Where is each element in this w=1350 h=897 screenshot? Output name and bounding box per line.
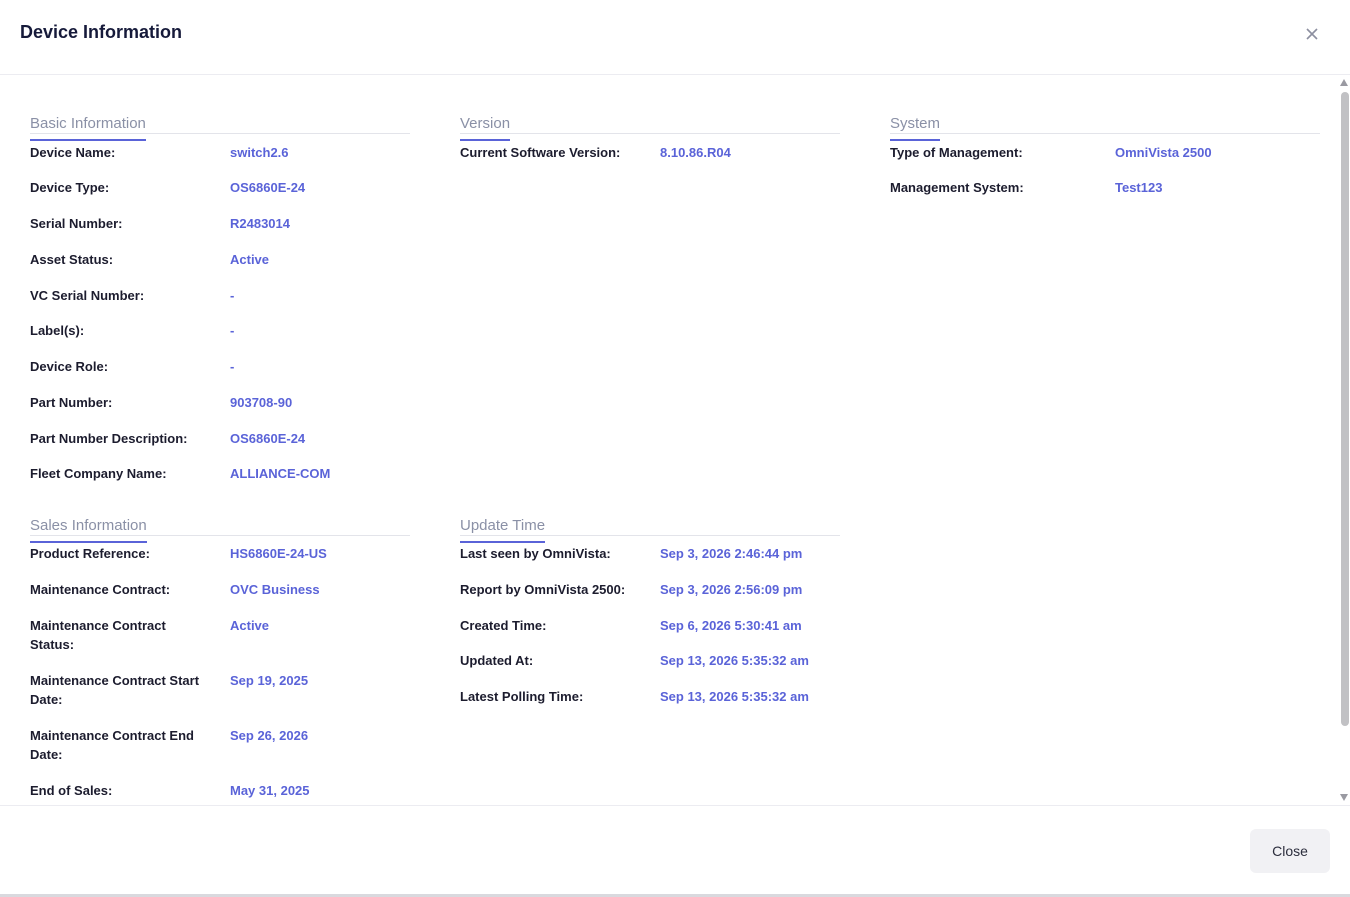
field-value: May 31, 2025	[230, 783, 310, 798]
update-time-section: Update Time Last seen by OmniVista: Sep 3…	[460, 502, 840, 704]
field-label: Management System:	[890, 180, 1024, 195]
field-label: Serial Number:	[30, 216, 123, 231]
field-label: End of Sales:	[30, 783, 113, 798]
field-label: Maintenance Contract Status:	[30, 618, 166, 652]
section-title: Update Time	[460, 517, 546, 543]
section-title: Version	[460, 115, 511, 141]
scroll-down-arrow-icon[interactable]	[1340, 794, 1348, 801]
field-label: Maintenance Contract:	[30, 582, 171, 597]
field-value: -	[230, 323, 235, 338]
field-value: R2483014	[230, 216, 290, 231]
field-label: Maintenance Contract End Date:	[30, 728, 194, 762]
field-value: switch2.6	[230, 145, 289, 160]
version-section: Version Current Software Version: 8.10.86…	[460, 100, 840, 160]
field-label: Current Software Version:	[460, 145, 621, 160]
system-section: System Type of Management: OmniVista 2500…	[890, 100, 1320, 195]
field-value: ALLIANCE-COM	[230, 466, 331, 481]
field-value: Active	[230, 618, 270, 633]
field-value: HS6860E-24-US	[230, 546, 327, 561]
field-label: Maintenance Contract Start Date:	[30, 673, 200, 707]
field-value: Sep 6, 2026 5:30:41 am	[660, 618, 802, 633]
section-title: Sales Information	[30, 517, 147, 543]
field-value: Active	[230, 252, 270, 267]
field-value: OS6860E-24	[230, 431, 306, 446]
field-value: Sep 26, 2026	[230, 728, 309, 743]
sales-information-section: Sales Information Product Reference: HS68…	[30, 502, 410, 798]
field-value: 8.10.86.R04	[660, 145, 731, 160]
field-label: Device Name:	[30, 145, 116, 160]
section-title: Basic Information	[30, 115, 146, 141]
field-value: OmniVista 2500	[1115, 145, 1212, 160]
dialog-title: Device Information	[20, 22, 183, 42]
field-label: Last seen by OmniVista:	[460, 546, 611, 561]
field-value: OS6860E-24	[230, 180, 306, 195]
field-label: Asset Status:	[30, 252, 114, 267]
field-label: Updated At:	[460, 653, 534, 668]
field-value: -	[230, 359, 235, 374]
field-label: Device Role:	[30, 359, 109, 374]
field-label: Device Type:	[30, 180, 110, 195]
field-label: Report by OmniVista 2500:	[460, 582, 626, 597]
field-label: Fleet Company Name:	[30, 466, 167, 481]
field-value: Sep 13, 2026 5:35:32 am	[660, 653, 809, 668]
scrollbar-thumb[interactable]	[1341, 92, 1349, 726]
close-button[interactable]: Close	[1250, 829, 1330, 873]
field-label: Type of Management:	[890, 145, 1023, 160]
field-value: Sep 19, 2025	[230, 673, 309, 688]
dialog-body[interactable]: Basic Information Device Name: switch2.6 …	[0, 75, 1338, 805]
field-label: Latest Polling Time:	[460, 689, 584, 704]
close-icon[interactable]	[1302, 24, 1322, 44]
field-label: Label(s):	[30, 323, 85, 338]
section-title: System	[890, 115, 941, 141]
field-value: -	[230, 288, 235, 303]
field-label: Part Number Description:	[30, 431, 188, 446]
dialog-header: Device Information	[0, 0, 1350, 75]
field-value: Sep 13, 2026 5:35:32 am	[660, 689, 809, 704]
field-value: 903708-90	[230, 395, 293, 410]
field-label: Product Reference:	[30, 546, 150, 561]
scroll-up-arrow-icon[interactable]	[1340, 79, 1348, 86]
field-value: Sep 3, 2026 2:46:44 pm	[660, 546, 803, 561]
field-label: Part Number:	[30, 395, 113, 410]
field-value: Sep 3, 2026 2:56:09 pm	[660, 582, 803, 597]
field-value: OVC Business	[230, 582, 320, 597]
dialog-footer	[0, 805, 1350, 896]
field-value: Test123	[1115, 180, 1163, 195]
field-label: Created Time:	[460, 618, 547, 633]
basic-information-section: Basic Information Device Name: switch2.6 …	[30, 100, 410, 481]
field-label: VC Serial Number:	[30, 288, 145, 303]
